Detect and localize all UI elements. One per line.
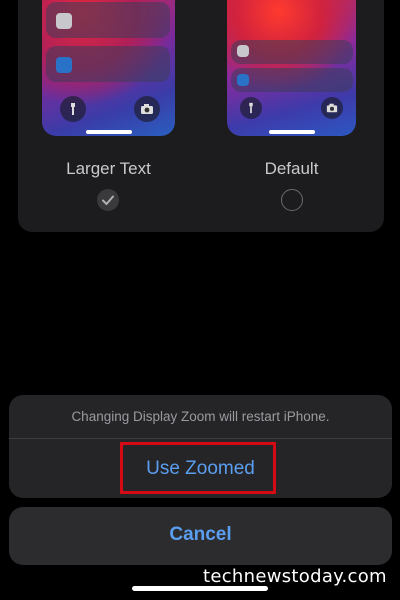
camera-button [134,96,160,122]
widget-icon [237,45,249,57]
widget [231,40,353,64]
camera-icon [326,103,338,113]
cancel-button[interactable]: Cancel [9,507,392,565]
preview-home-bar [269,130,315,134]
sheet-divider [9,438,392,439]
watermark: technewstoday.com [203,566,387,587]
highlight-box [120,442,276,494]
preview-home-bar [86,130,132,134]
widget-icon [56,57,72,73]
camera-icon [141,104,153,114]
flashlight-icon [249,102,253,114]
flashlight-button [240,97,262,119]
option-label-default: Default [264,159,319,178]
larger-text-checkmark[interactable] [97,189,119,211]
default-preview[interactable] [227,0,356,136]
flashlight-button [60,96,86,122]
widget [231,68,353,92]
option-label-larger-text: Larger Text [66,159,151,178]
widget-icon [237,74,249,86]
default-radio[interactable] [281,189,303,211]
checkmark-icon [102,195,114,205]
widget-icon [56,13,72,29]
cancel-label: Cancel [169,524,232,545]
flashlight-icon [71,103,75,115]
sheet-message: Changing Display Zoom will restart iPhon… [71,409,330,424]
camera-button [321,97,343,119]
larger-text-preview[interactable] [42,0,175,136]
